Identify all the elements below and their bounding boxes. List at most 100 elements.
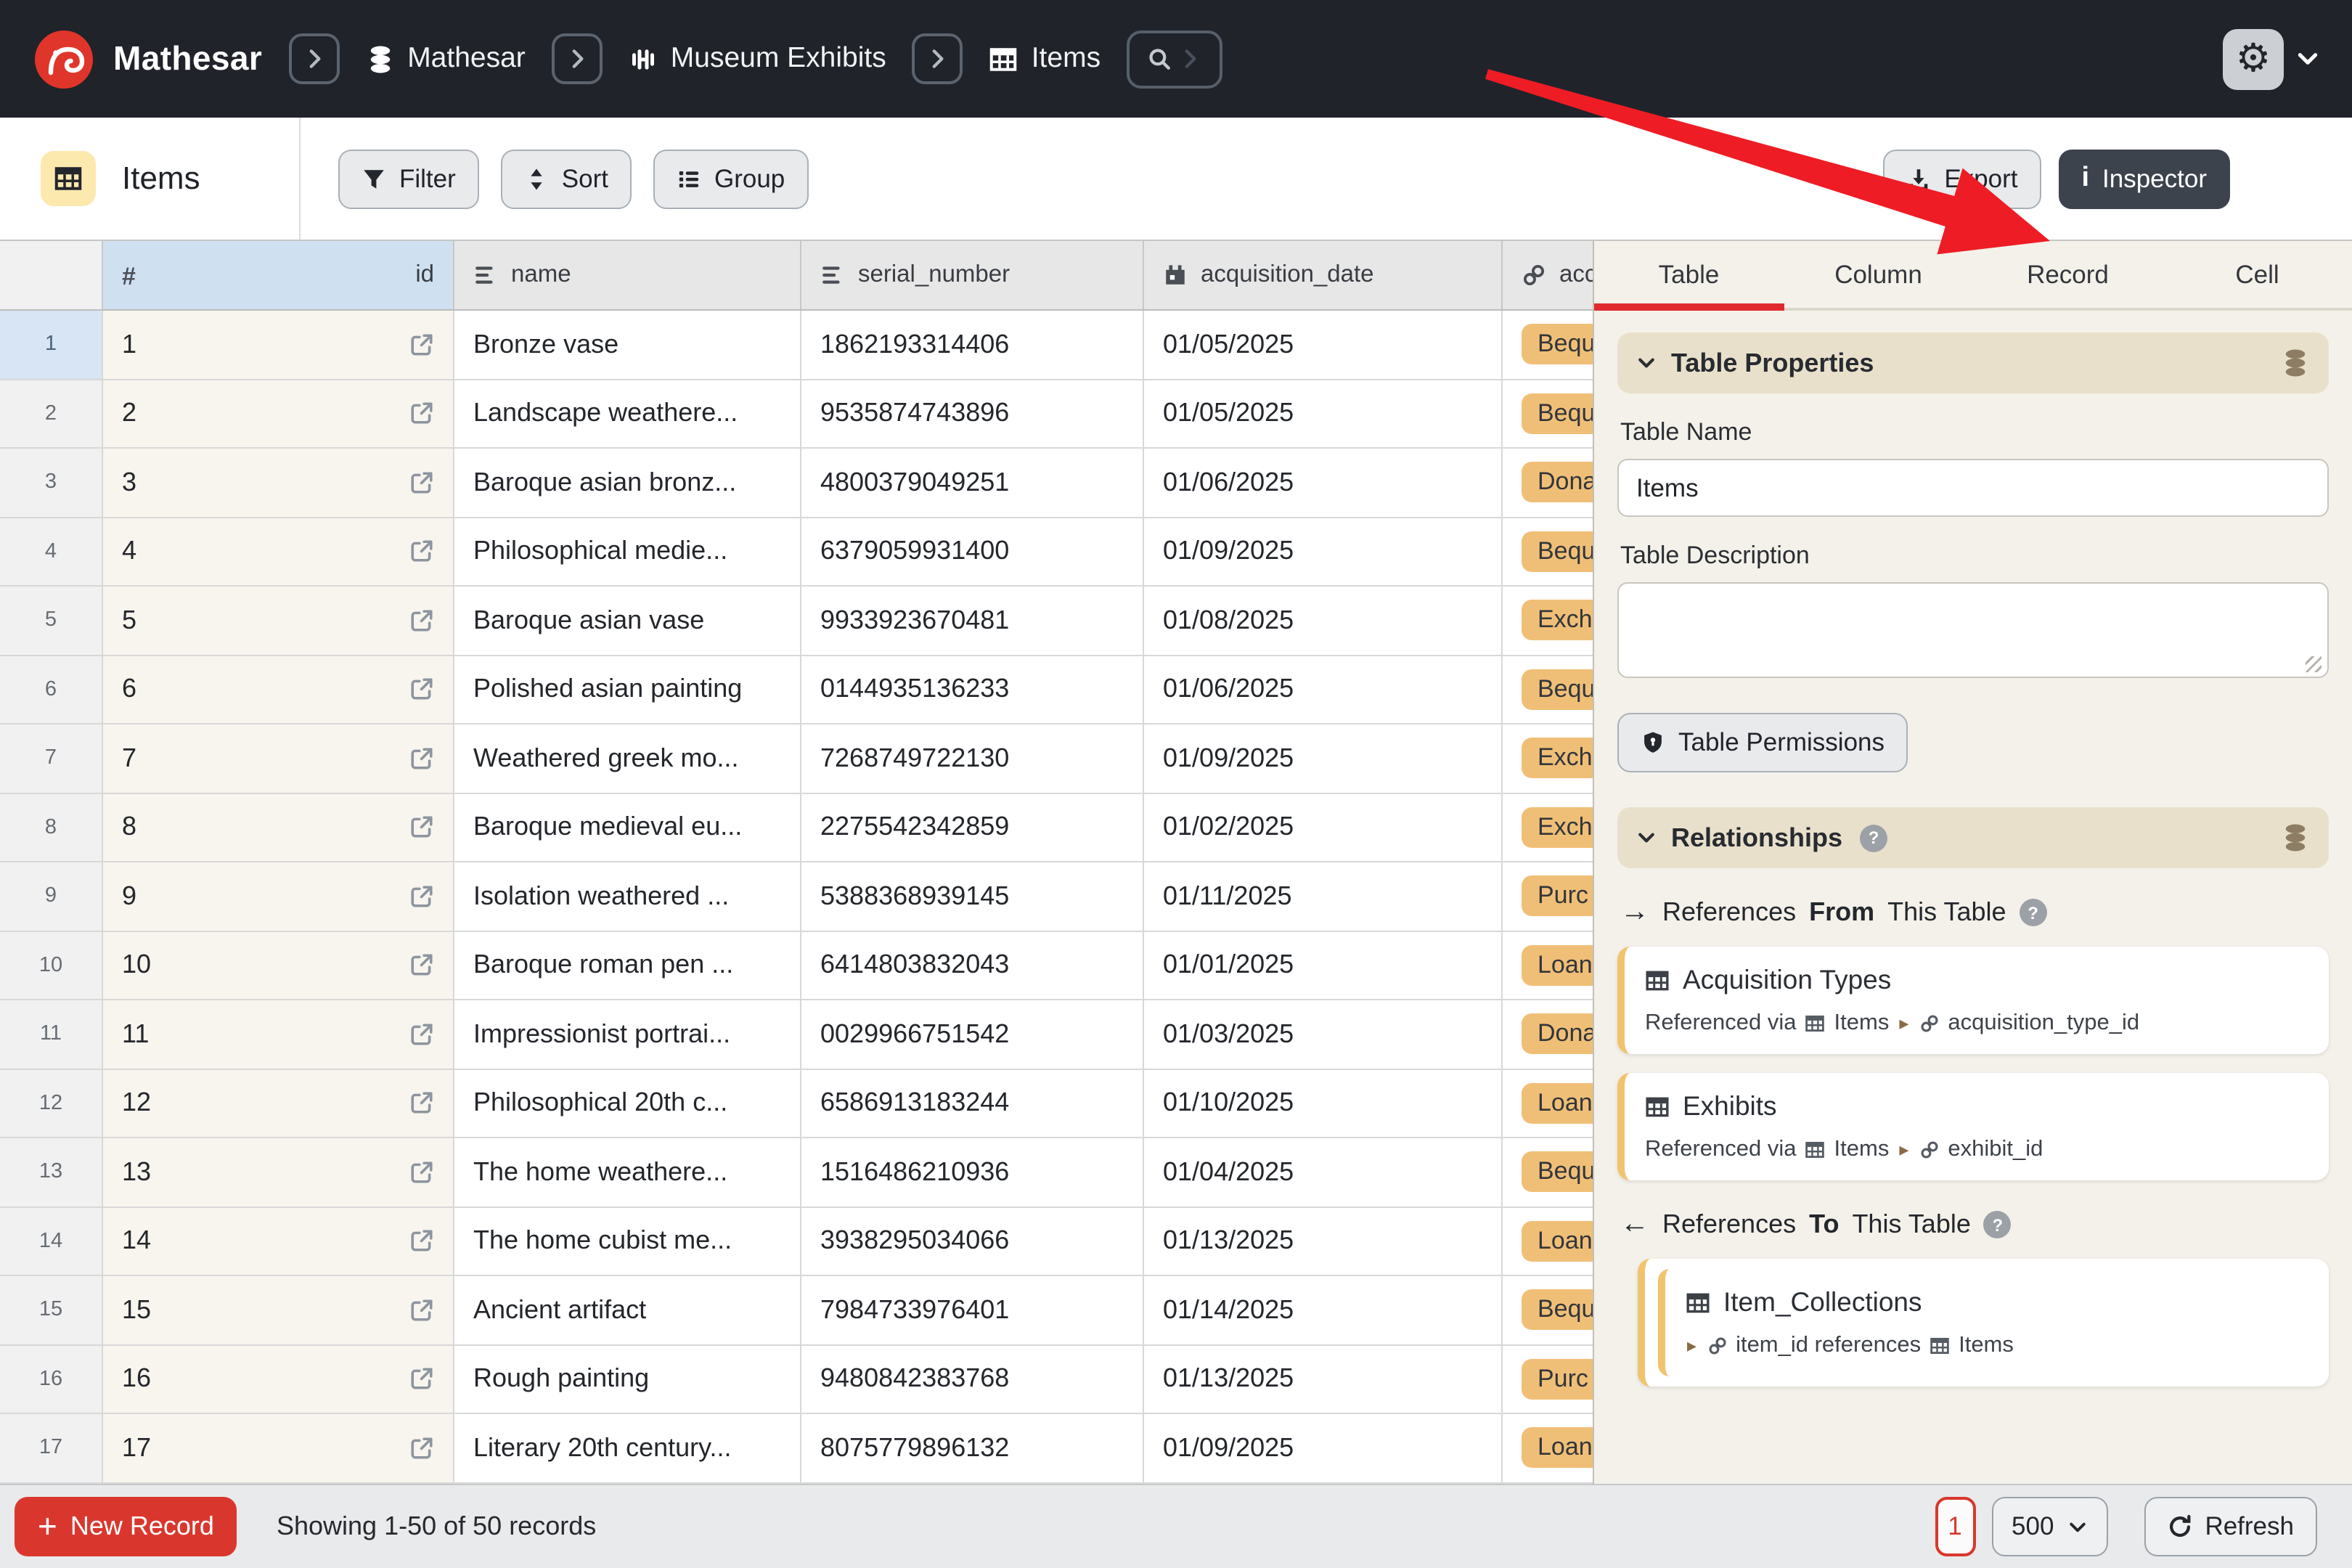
id-cell[interactable]: 2	[103, 380, 454, 447]
acquisition-type-cell[interactable]: Exch	[1503, 724, 1593, 792]
serial-number-cell[interactable]: 5388368939145	[801, 862, 1144, 930]
row-number-cell[interactable]: 6	[0, 656, 103, 723]
acquisition-type-cell[interactable]: Bequ	[1503, 1138, 1593, 1206]
help-icon[interactable]: ?	[1860, 824, 1888, 852]
breadcrumb-separator-button[interactable]	[912, 33, 963, 84]
column-header-serial_number[interactable]: serial_number	[801, 241, 1144, 309]
table-name-input[interactable]	[1617, 459, 2329, 517]
help-icon[interactable]: ?	[1983, 1211, 2012, 1238]
name-cell[interactable]: Weathered greek mo...	[454, 724, 801, 792]
column-header-acquisition_date[interactable]: acquisition_date	[1144, 241, 1503, 309]
acquisition-date-cell[interactable]: 01/13/2025	[1144, 1207, 1503, 1275]
group-button[interactable]: Group	[653, 149, 809, 208]
serial-number-cell[interactable]: 9480842383768	[801, 1345, 1144, 1413]
brand[interactable]: Mathesar	[32, 27, 262, 91]
row-number-cell[interactable]: 16	[0, 1345, 103, 1413]
acquisition-date-cell[interactable]: 01/04/2025	[1144, 1138, 1503, 1206]
serial-number-cell[interactable]: 1862193314406	[801, 311, 1144, 378]
row-number-cell[interactable]: 1	[0, 311, 103, 378]
row-number-cell[interactable]: 11	[0, 1000, 103, 1068]
id-cell[interactable]: 9	[103, 862, 454, 930]
acquisition-date-cell[interactable]: 01/13/2025	[1144, 1345, 1503, 1413]
serial-number-cell[interactable]: 4800379049251	[801, 449, 1144, 516]
refresh-button[interactable]: Refresh	[2144, 1497, 2317, 1556]
relationships-section-header[interactable]: Relationships ?	[1617, 807, 2329, 868]
serial-number-cell[interactable]: 8075779896132	[801, 1414, 1144, 1482]
row-number-cell[interactable]: 14	[0, 1207, 103, 1275]
serial-number-cell[interactable]: 9933923670481	[801, 587, 1144, 654]
row-number-cell[interactable]: 10	[0, 931, 103, 999]
breadcrumb-separator-button[interactable]	[551, 33, 603, 84]
serial-number-cell[interactable]: 7984733976401	[801, 1276, 1144, 1344]
row-number-cell[interactable]: 5	[0, 587, 103, 654]
breadcrumb-separator-button[interactable]	[288, 33, 340, 84]
sort-button[interactable]: Sort	[500, 149, 632, 208]
acquisition-type-cell[interactable]: Exch	[1503, 793, 1593, 861]
inspector-tab-column[interactable]: Column	[1784, 241, 1973, 308]
export-button[interactable]: Export	[1883, 149, 2041, 208]
row-number-cell[interactable]: 7	[0, 724, 103, 792]
name-cell[interactable]: Literary 20th century...	[454, 1414, 801, 1482]
acquisition-date-cell[interactable]: 01/09/2025	[1144, 1414, 1503, 1482]
relationship-card[interactable]: Item_Collections ▸ item_id references Ite…	[1658, 1269, 2329, 1376]
name-cell[interactable]: Philosophical 20th c...	[454, 1069, 801, 1137]
name-cell[interactable]: The home cubist me...	[454, 1207, 801, 1275]
name-cell[interactable]: Landscape weathere...	[454, 380, 801, 447]
serial-number-cell[interactable]: 9535874743896	[801, 380, 1144, 447]
serial-number-cell[interactable]: 0144935136233	[801, 656, 1144, 723]
id-cell[interactable]: 5	[103, 587, 454, 654]
id-cell[interactable]: 16	[103, 1345, 454, 1413]
acquisition-type-cell[interactable]: Dona	[1503, 1000, 1593, 1068]
breadcrumb-schema[interactable]: Museum Exhibits	[629, 42, 886, 75]
acquisition-type-cell[interactable]: Purc	[1503, 862, 1593, 930]
row-number-cell[interactable]: 13	[0, 1138, 103, 1206]
breadcrumb-database[interactable]: Mathesar	[365, 42, 526, 75]
acquisition-type-cell[interactable]: Loan	[1503, 931, 1593, 999]
id-cell[interactable]: 12	[103, 1069, 454, 1137]
search-button[interactable]	[1127, 30, 1223, 88]
acquisition-type-cell[interactable]: Bequ	[1503, 1276, 1593, 1344]
name-cell[interactable]: Baroque asian vase	[454, 587, 801, 654]
id-cell[interactable]: 15	[103, 1276, 454, 1344]
id-cell[interactable]: 6	[103, 656, 454, 723]
serial-number-cell[interactable]: 0029966751542	[801, 1000, 1144, 1068]
serial-number-cell[interactable]: 6414803832043	[801, 931, 1144, 999]
acquisition-date-cell[interactable]: 01/08/2025	[1144, 587, 1503, 654]
acquisition-type-cell[interactable]: Bequ	[1503, 380, 1593, 447]
page-size-select[interactable]: 500	[1991, 1497, 2108, 1556]
settings-button[interactable]: ⚙	[2223, 28, 2284, 89]
help-icon[interactable]: ?	[2019, 899, 2047, 926]
breadcrumb-table[interactable]: Items	[989, 42, 1101, 75]
id-cell[interactable]: 3	[103, 449, 454, 516]
row-number-cell[interactable]: 12	[0, 1069, 103, 1137]
acquisition-type-cell[interactable]: Purc	[1503, 1345, 1593, 1413]
acquisition-date-cell[interactable]: 01/14/2025	[1144, 1276, 1503, 1344]
serial-number-cell[interactable]: 2275542342859	[801, 793, 1144, 861]
serial-number-cell[interactable]: 6379059931400	[801, 518, 1144, 585]
inspector-tab-cell[interactable]: Cell	[2163, 241, 2352, 308]
serial-number-cell[interactable]: 1516486210936	[801, 1138, 1144, 1206]
name-cell[interactable]: Philosophical medie...	[454, 518, 801, 585]
acquisition-date-cell[interactable]: 01/06/2025	[1144, 449, 1503, 516]
acquisition-date-cell[interactable]: 01/05/2025	[1144, 311, 1503, 378]
relationship-card[interactable]: Exhibits Referenced via Items ▸ exhibit_i…	[1617, 1073, 2329, 1180]
acquisition-type-cell[interactable]: Bequ	[1503, 518, 1593, 585]
inspector-button[interactable]: i Inspector	[2058, 149, 2230, 208]
filter-button[interactable]: Filter	[338, 149, 479, 208]
row-number-cell[interactable]: 8	[0, 793, 103, 861]
name-cell[interactable]: Bronze vase	[454, 311, 801, 378]
name-cell[interactable]: Isolation weathered ...	[454, 862, 801, 930]
acquisition-date-cell[interactable]: 01/01/2025	[1144, 931, 1503, 999]
inspector-tab-table[interactable]: Table	[1594, 241, 1784, 308]
acquisition-date-cell[interactable]: 01/03/2025	[1144, 1000, 1503, 1068]
name-cell[interactable]: Baroque roman pen ...	[454, 931, 801, 999]
page-number-button[interactable]: 1	[1935, 1497, 1976, 1556]
id-cell[interactable]: 4	[103, 518, 454, 585]
name-cell[interactable]: The home weathere...	[454, 1138, 801, 1206]
acquisition-date-cell[interactable]: 01/09/2025	[1144, 518, 1503, 585]
id-cell[interactable]: 13	[103, 1138, 454, 1206]
column-header-id[interactable]: # id	[103, 241, 454, 309]
serial-number-cell[interactable]: 6586913183244	[801, 1069, 1144, 1137]
acquisition-type-cell[interactable]: Loan	[1503, 1414, 1593, 1482]
acquisition-type-cell[interactable]: Loan	[1503, 1069, 1593, 1137]
